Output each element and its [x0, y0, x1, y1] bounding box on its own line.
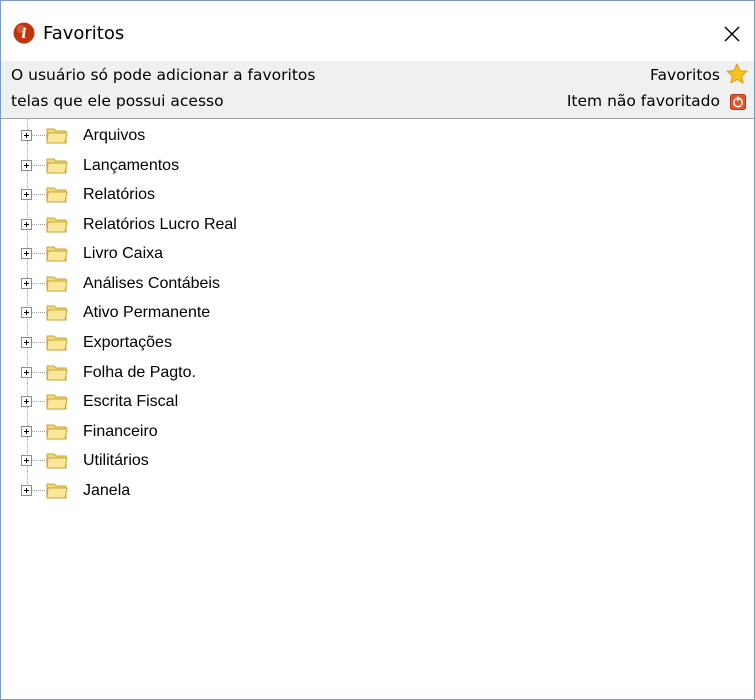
- folder-icon: [46, 453, 68, 469]
- folder-icon: [46, 424, 68, 440]
- folder-icon: [46, 483, 68, 499]
- tree-node-exportacoes[interactable]: Exportações: [1, 328, 754, 358]
- folder-icon: [46, 128, 68, 144]
- folder-icon: [46, 187, 68, 203]
- folder-icon: [46, 246, 68, 262]
- info-text-line2: telas que ele possui acesso: [11, 92, 224, 110]
- expand-icon[interactable]: [21, 307, 32, 318]
- tree-node-livro-caixa[interactable]: Livro Caixa: [1, 239, 754, 269]
- svg-text:i: i: [21, 26, 26, 42]
- tree-node-label: Janela: [83, 482, 131, 499]
- tree-node-label: Financeiro: [83, 423, 158, 440]
- expand-icon[interactable]: [21, 160, 32, 171]
- tree-node-relatorios[interactable]: Relatórios: [1, 180, 754, 210]
- expand-icon[interactable]: [21, 426, 32, 437]
- info-panel: O usuário só pode adicionar a favoritos …: [1, 61, 754, 119]
- tree-node-financeiro[interactable]: Financeiro: [1, 417, 754, 447]
- expand-icon[interactable]: [21, 189, 32, 200]
- expand-icon[interactable]: [21, 485, 32, 496]
- expand-icon[interactable]: [21, 278, 32, 289]
- expand-icon[interactable]: [21, 130, 32, 141]
- tree-node-label: Análises Contábeis: [83, 275, 220, 292]
- expand-icon[interactable]: [21, 248, 32, 259]
- tree-node-janela[interactable]: Janela: [1, 476, 754, 506]
- folder-icon: [46, 276, 68, 292]
- tree-node-label: Relatórios Lucro Real: [83, 216, 237, 233]
- legend-favorites-label: Favoritos: [650, 66, 720, 84]
- folder-icon: [46, 217, 68, 233]
- expand-icon[interactable]: [21, 337, 32, 348]
- tree-node-arquivos[interactable]: Arquivos: [1, 121, 754, 151]
- tree-node-label: Utilitários: [83, 452, 149, 469]
- tree-node-escrita-fiscal[interactable]: Escrita Fiscal: [1, 387, 754, 417]
- menu-tree: Arquivos Lançamentos Relatórios Relatóri…: [1, 119, 754, 699]
- tree-node-relatorios-lucro-real[interactable]: Relatórios Lucro Real: [1, 210, 754, 240]
- expand-icon[interactable]: [21, 219, 32, 230]
- tree-node-label: Folha de Pagto.: [83, 364, 196, 381]
- expand-icon[interactable]: [21, 367, 32, 378]
- expand-icon[interactable]: [21, 455, 32, 466]
- folder-icon: [46, 158, 68, 174]
- not-favorited-icon: [730, 94, 746, 110]
- tree-node-label: Ativo Permanente: [83, 304, 211, 321]
- legend-not-favorited-label: Item não favoritado: [566, 92, 720, 110]
- title-bar: i Favoritos: [1, 1, 754, 61]
- tree-node-analises-contabeis[interactable]: Análises Contábeis: [1, 269, 754, 299]
- tree-node-label: Livro Caixa: [83, 245, 164, 262]
- tree-node-label: Exportações: [83, 334, 172, 351]
- favorites-window: i Favoritos O usuário só pode adicionar …: [0, 0, 755, 700]
- folder-icon: [46, 305, 68, 321]
- info-text-line1: O usuário só pode adicionar a favoritos: [11, 66, 316, 84]
- folder-icon: [46, 394, 68, 410]
- tree-node-label: Escrita Fiscal: [83, 393, 179, 410]
- tree-node-label: Lançamentos: [83, 157, 180, 174]
- info-icon: i: [13, 22, 35, 44]
- tree-node-ativo-permanente[interactable]: Ativo Permanente: [1, 298, 754, 328]
- tree-node-utilitarios[interactable]: Utilitários: [1, 446, 754, 476]
- folder-icon: [46, 365, 68, 381]
- star-icon: [726, 63, 748, 84]
- tree-node-lancamentos[interactable]: Lançamentos: [1, 151, 754, 181]
- folder-icon: [46, 335, 68, 351]
- tree-node-label: Relatórios: [83, 186, 156, 203]
- tree-node-folha-de-pagto[interactable]: Folha de Pagto.: [1, 358, 754, 388]
- expand-icon[interactable]: [21, 396, 32, 407]
- tree-node-label: Arquivos: [83, 127, 146, 144]
- window-title: Favoritos: [43, 23, 125, 44]
- close-icon[interactable]: [719, 21, 745, 47]
